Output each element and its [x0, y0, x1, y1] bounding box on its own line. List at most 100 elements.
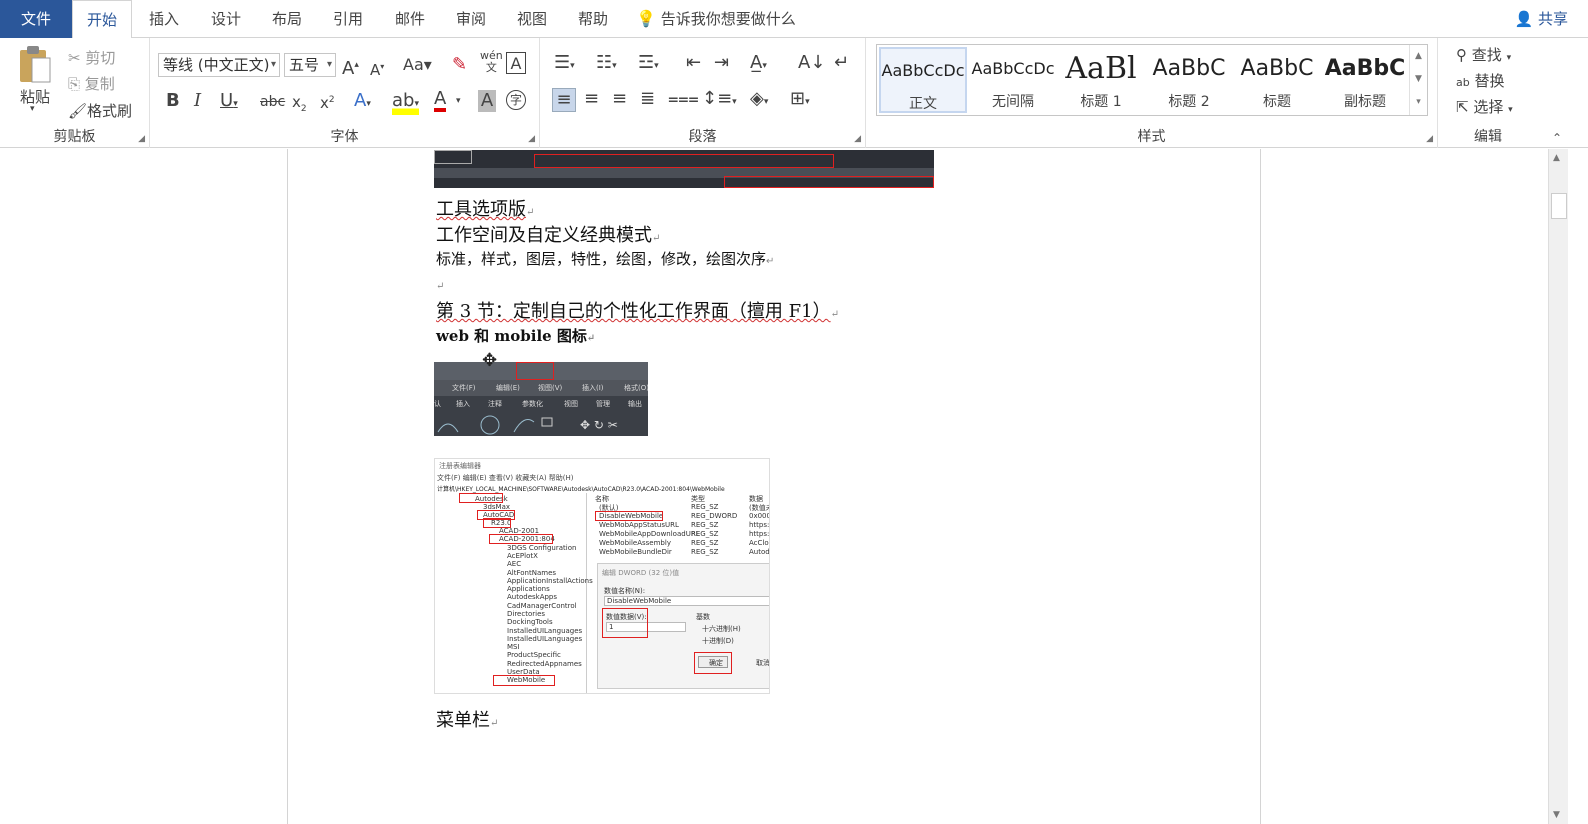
tab-home[interactable]: 开始: [72, 0, 132, 39]
align-right-icon[interactable]: ≡: [612, 88, 627, 110]
tab-layout[interactable]: 布局: [259, 0, 315, 38]
highlight-color-icon[interactable]: ab▾: [392, 90, 419, 115]
style-heading-2[interactable]: AaBbC 标题 2: [1145, 47, 1233, 113]
replace-icon: ab: [1456, 76, 1470, 89]
editing-group-label: 编辑: [1474, 129, 1502, 145]
chinese-layout-icon[interactable]: A̲▾: [750, 52, 767, 77]
tell-me-box[interactable]: 💡 告诉我你想要做什么: [636, 0, 796, 38]
registry-tree: Autodesk 3dsMax AutoCAD R23.0 ACAD-2001 …: [435, 493, 593, 693]
chevron-down-icon[interactable]: ▾: [456, 90, 461, 112]
page-right-edge: [1260, 149, 1261, 824]
font-name-combo[interactable]: 等线 (中文正文): [158, 53, 280, 77]
subscript-icon[interactable]: x2: [292, 91, 307, 120]
doc-line-4[interactable]: 第 3 节：定制自己的个性化工作界面（擅用 F1）↵: [436, 297, 839, 323]
sort-icon[interactable]: A↓: [798, 52, 825, 74]
tab-mailings[interactable]: 邮件: [382, 0, 438, 38]
ribbon-tab-bar: 文件 开始 插入 设计 布局 引用 邮件 审阅 视图 帮助 💡 告诉我你想要做什…: [0, 0, 1588, 39]
scissors-icon: ✂: [68, 49, 81, 67]
tab-references[interactable]: 引用: [320, 0, 376, 38]
select-button[interactable]: ⇱ 选择 ▾: [1456, 96, 1513, 117]
strikethrough-icon[interactable]: abc: [260, 91, 285, 113]
dialog-launcher-icon[interactable]: ◢: [138, 134, 145, 144]
cut-button[interactable]: ✂ 剪切: [68, 47, 115, 68]
registry-edit-dialog: 编辑 DWORD (32 位)值 数值名称(N): DisableWebMobi…: [597, 563, 769, 689]
chevron-up-icon[interactable]: ▲: [1410, 45, 1427, 68]
dialog-launcher-icon[interactable]: ◢: [854, 134, 861, 144]
chevron-down-icon: ▾: [30, 104, 35, 114]
doc-line-6[interactable]: 菜单栏↵: [436, 706, 498, 732]
copy-button[interactable]: ⎘ 复制: [68, 73, 115, 94]
cad-draw-tools: ✥ ↻ ✂: [437, 415, 618, 435]
collapse-ribbon-icon[interactable]: ⌃: [1552, 131, 1562, 145]
tab-insert[interactable]: 插入: [136, 0, 192, 38]
tab-file[interactable]: 文件: [0, 0, 72, 38]
clipboard-icon: [20, 46, 51, 83]
style-title[interactable]: AaBbC 标题: [1233, 47, 1321, 113]
doc-empty-line[interactable]: ↵: [436, 278, 444, 293]
underline-icon[interactable]: U▾: [220, 90, 238, 115]
more-icon[interactable]: ▾: [1410, 91, 1427, 114]
phonetic-guide-icon[interactable]: wén 文: [480, 50, 503, 74]
vertical-scrollbar[interactable]: ▲ ▼: [1548, 149, 1568, 824]
tab-view[interactable]: 视图: [504, 0, 560, 38]
borders-icon[interactable]: ⊞▾: [790, 88, 810, 113]
font-color-icon[interactable]: A: [434, 90, 447, 112]
multilevel-list-icon[interactable]: ☲▾: [638, 52, 659, 77]
replace-button[interactable]: ab 替换: [1456, 70, 1505, 91]
tab-design[interactable]: 设计: [198, 0, 254, 38]
share-button[interactable]: 👤 共享: [1515, 0, 1568, 38]
shrink-font-icon[interactable]: A▾: [370, 56, 384, 81]
search-icon: ⚲: [1456, 46, 1467, 64]
doc-line-5[interactable]: web 和 mobile 图标↵: [436, 325, 595, 346]
line-spacing-icon[interactable]: ↕≡▾: [702, 88, 737, 113]
tab-help[interactable]: 帮助: [565, 0, 621, 38]
dialog-launcher-icon[interactable]: ◢: [1426, 134, 1433, 144]
character-shading-icon[interactable]: A: [478, 90, 496, 112]
font-size-combo[interactable]: 五号: [284, 53, 336, 77]
decrease-indent-icon[interactable]: ⇤: [686, 52, 701, 74]
paintbrush-icon: 🖌: [68, 102, 88, 120]
align-left-icon[interactable]: ≡: [552, 88, 576, 112]
doc-line-1[interactable]: 工具选项版↵: [436, 195, 534, 221]
ribbon: 粘贴 ▾ ✂ 剪切 ⎘ 复制 🖌格式刷 剪贴板 ◢ 等线 (中文正文) 五号 A…: [0, 38, 1588, 148]
text-effects-icon[interactable]: A▾: [354, 90, 371, 115]
style-no-spacing[interactable]: AaBbCcDc 无间隔: [969, 47, 1057, 113]
style-normal[interactable]: AaBbCcDc 正文: [879, 47, 967, 113]
tab-review[interactable]: 审阅: [443, 0, 499, 38]
paste-button[interactable]: 粘贴 ▾: [16, 44, 56, 114]
cursor-icon: ⇱: [1456, 98, 1469, 116]
person-icon: 👤: [1514, 10, 1534, 28]
character-border-icon[interactable]: A: [506, 52, 526, 74]
clear-formatting-icon[interactable]: ✎: [452, 54, 467, 76]
italic-icon[interactable]: I: [194, 90, 201, 112]
editing-group: ⚲ 查找 ▾ ab 替换 ⇱ 选择 ▾ 编辑: [1438, 38, 1538, 148]
paragraph-group: ☰▾ ☷▾ ☲▾ ⇤ ⇥ A̲▾ A↓ ↵ ≡ ≡ ≡ ≣ ⩶ ↕≡▾ ◈▾ ⊞…: [540, 38, 866, 148]
chevron-down-icon[interactable]: ▼: [1553, 810, 1560, 820]
find-button[interactable]: ⚲ 查找 ▾: [1456, 44, 1511, 65]
shading-icon[interactable]: ◈▾: [750, 88, 768, 113]
grow-font-icon[interactable]: A▴: [342, 54, 359, 80]
embedded-screenshot-cad-toolbar: 文件(F) 编辑(E) 视图(V) 插入(I) 格式(O) 认 插入 注释 参数…: [434, 362, 648, 436]
increase-indent-icon[interactable]: ⇥: [714, 52, 729, 74]
dialog-launcher-icon[interactable]: ◢: [528, 134, 535, 144]
show-marks-icon[interactable]: ↵: [834, 52, 849, 74]
justify-icon[interactable]: ≣: [640, 88, 655, 110]
align-center-icon[interactable]: ≡: [584, 88, 599, 110]
numbering-icon[interactable]: ☷▾: [596, 52, 617, 77]
format-painter-button[interactable]: 🖌格式刷: [68, 100, 132, 121]
doc-line-2[interactable]: 工作空间及自定义经典模式↵: [436, 221, 660, 247]
change-case-icon[interactable]: Aa▾: [403, 54, 432, 76]
scroll-thumb[interactable]: [1551, 193, 1567, 219]
superscript-icon[interactable]: x2: [320, 89, 335, 114]
font-group: 等线 (中文正文) 五号 A▴ A▾ Aa▾ ✎ wén文 A B I U▾ a…: [150, 38, 540, 148]
chevron-up-icon[interactable]: ▲: [1553, 153, 1560, 163]
doc-line-3[interactable]: 标准，样式，图层，特性，绘图，修改，绘图次序↵: [436, 248, 774, 269]
bold-icon[interactable]: B: [166, 90, 180, 112]
paragraph-group-label: 段落: [688, 129, 717, 145]
distributed-icon[interactable]: ⩶: [668, 88, 699, 110]
bullets-icon[interactable]: ☰▾: [554, 52, 575, 77]
style-heading-1[interactable]: AaBl 标题 1: [1057, 47, 1145, 113]
chevron-down-icon[interactable]: ▼: [1410, 68, 1427, 91]
enclose-characters-icon[interactable]: 字: [506, 90, 526, 110]
style-subtitle[interactable]: AaBbC 副标题: [1321, 47, 1409, 113]
